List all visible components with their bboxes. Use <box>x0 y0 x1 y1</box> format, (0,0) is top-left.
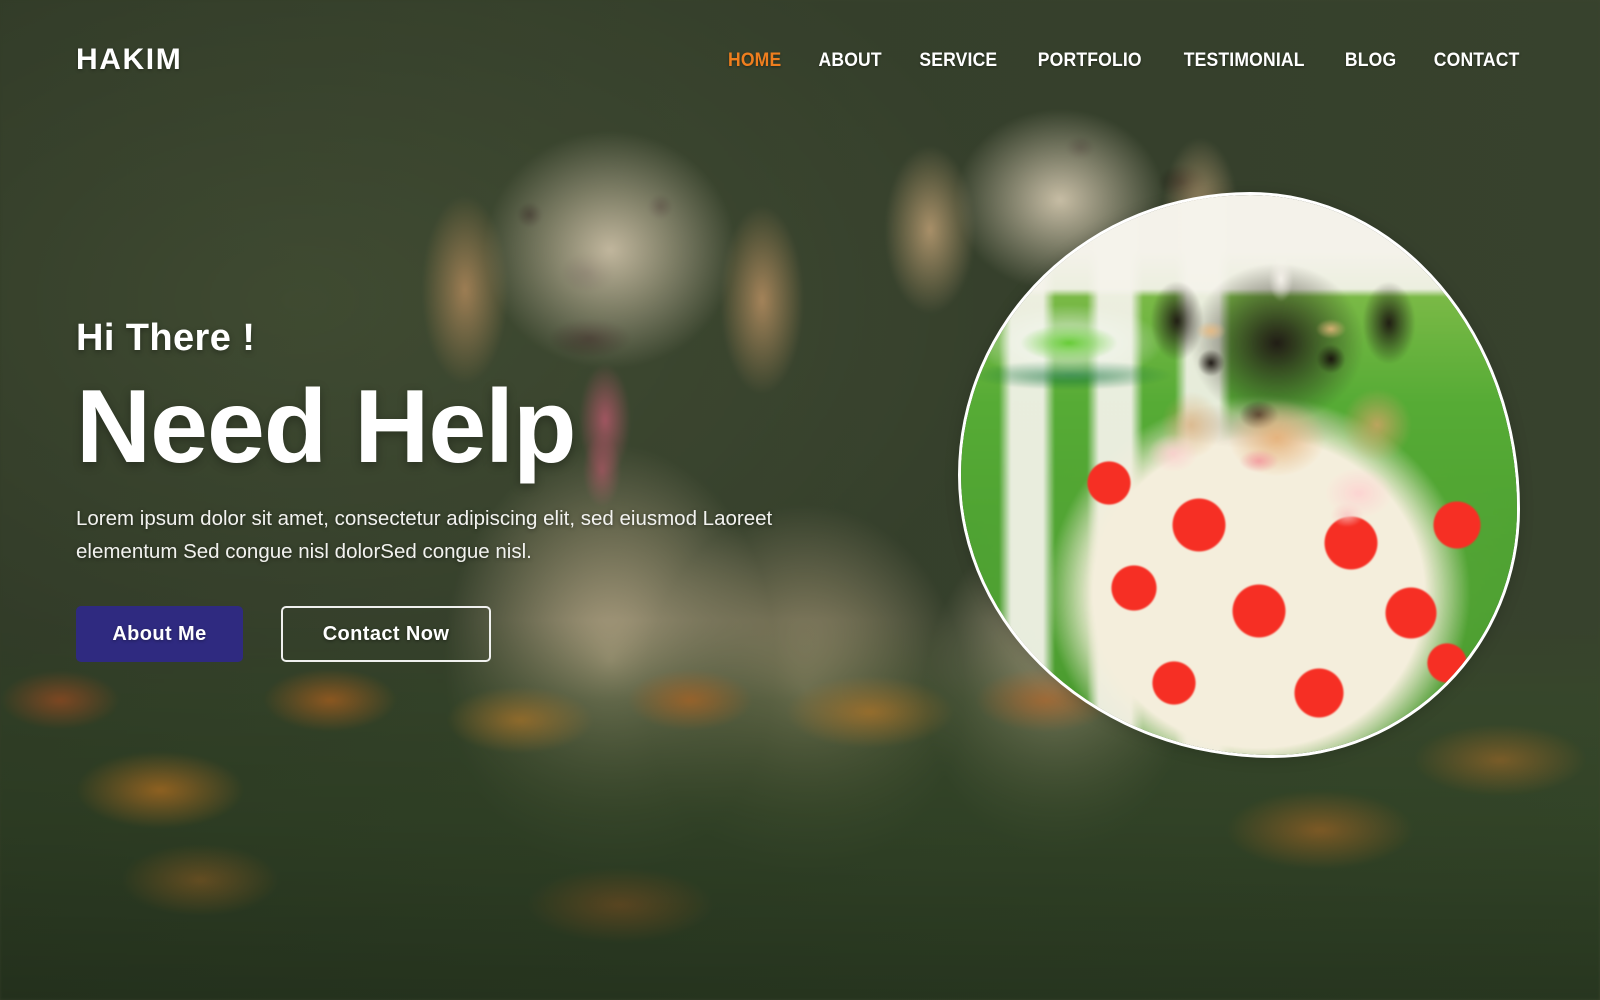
brand-logo[interactable]: HAKIM <box>76 43 182 77</box>
nav-item-portfolio[interactable]: PORTFOLIO <box>1037 49 1141 72</box>
hero-title: Need Help <box>76 368 577 485</box>
hero-description: Lorem ipsum dolor sit amet, consectetur … <box>76 506 773 564</box>
main-navigation: HOME ABOUT SERVICE PORTFOLIO TESTIMONIAL… <box>725 49 1524 72</box>
nav-item-contact[interactable]: CONTACT <box>1433 49 1519 72</box>
nav-item-about[interactable]: ABOUT <box>818 49 881 72</box>
nav-item-service[interactable]: SERVICE <box>919 49 997 72</box>
about-me-button[interactable]: About Me <box>76 606 243 663</box>
hero-content: Hi There ! Need Help Lorem ipsum dolor s… <box>76 317 856 663</box>
nav-item-testimonial[interactable]: TESTIMONIAL <box>1184 49 1305 72</box>
contact-now-button[interactable]: Contact Now <box>281 606 491 663</box>
nav-item-home[interactable]: HOME <box>728 49 781 72</box>
hero-landing-page: HAKIM HOME ABOUT SERVICE PORTFOLIO TESTI… <box>0 0 1600 1000</box>
puppy-in-cup-photo <box>961 195 1517 755</box>
hero-greeting: Hi There ! <box>76 317 256 359</box>
hero-action-buttons: About Me Contact Now <box>76 606 856 663</box>
nav-item-blog[interactable]: BLOG <box>1344 49 1395 72</box>
hero-feature-image <box>958 192 1520 758</box>
site-header: HAKIM HOME ABOUT SERVICE PORTFOLIO TESTI… <box>0 0 1600 120</box>
